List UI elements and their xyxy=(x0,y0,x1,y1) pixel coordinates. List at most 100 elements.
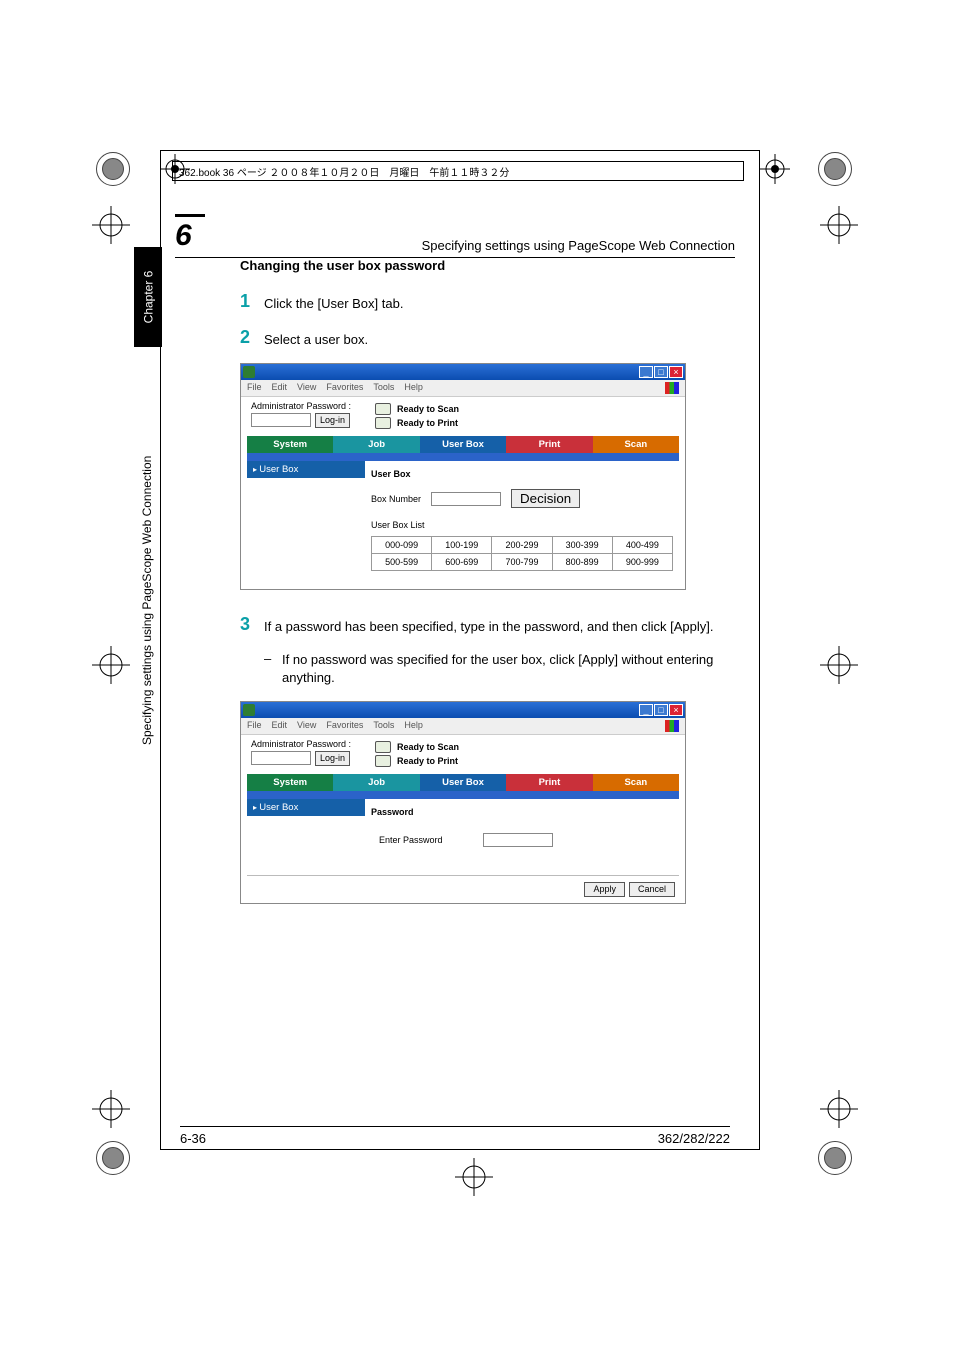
crop-mark xyxy=(92,206,130,244)
crop-mark-small xyxy=(760,154,790,184)
tab-system[interactable]: System xyxy=(247,436,333,453)
range-cell[interactable]: 200-299 xyxy=(492,537,552,554)
step-3-sub: – If no password was specified for the u… xyxy=(264,651,730,687)
admin-password-label: Administrator Password : xyxy=(251,401,363,411)
range-cell[interactable]: 600-699 xyxy=(432,554,492,571)
crop-mark xyxy=(92,646,130,684)
range-cell[interactable]: 100-199 xyxy=(432,537,492,554)
userbox-list-label: User Box List xyxy=(371,520,673,530)
maximize-button[interactable]: □ xyxy=(654,704,668,716)
section-heading: Changing the user box password xyxy=(240,258,730,273)
range-cell[interactable]: 700-799 xyxy=(492,554,552,571)
running-header: 6 Specifying settings using PageScope We… xyxy=(175,214,735,258)
range-cell[interactable]: 300-399 xyxy=(552,537,612,554)
step-3: 3 If a password has been specified, type… xyxy=(240,614,730,636)
tab-userbox[interactable]: User Box xyxy=(420,436,506,453)
panel-heading-password: Password xyxy=(371,807,673,817)
step-2: 2 Select a user box. xyxy=(240,327,730,349)
admin-password-input[interactable] xyxy=(251,751,311,765)
crop-mark xyxy=(92,1090,130,1128)
side-running-text: Specifying settings using PageScope Web … xyxy=(140,456,154,745)
chapter-number: 6 xyxy=(175,214,205,253)
menu-help[interactable]: Help xyxy=(404,720,423,732)
step-text: Select a user box. xyxy=(264,327,730,349)
status-print: Ready to Print xyxy=(397,418,458,428)
scanner-icon xyxy=(375,403,391,415)
crop-mark xyxy=(820,646,858,684)
app-icon xyxy=(243,704,255,716)
book-header: 362.book 36 ページ ２００８年１０月２０日 月曜日 午前１１時３２分 xyxy=(172,161,744,181)
menu-view[interactable]: View xyxy=(297,382,316,394)
crop-mark xyxy=(455,1158,493,1196)
range-cell[interactable]: 900-999 xyxy=(612,554,672,571)
crop-mark xyxy=(820,1090,858,1128)
printer-icon xyxy=(375,417,391,429)
menu-favorites[interactable]: Favorites xyxy=(326,720,363,732)
range-cell[interactable]: 400-499 xyxy=(612,537,672,554)
tab-userbox[interactable]: User Box xyxy=(420,774,506,791)
admin-password-label: Administrator Password : xyxy=(251,739,363,749)
window-titlebar: _ □ × xyxy=(241,364,685,380)
menu-file[interactable]: File xyxy=(247,382,262,394)
menu-tools[interactable]: Tools xyxy=(373,720,394,732)
sidebar-item-userbox[interactable]: User Box xyxy=(247,799,365,816)
range-cell[interactable]: 500-599 xyxy=(372,554,432,571)
window-titlebar: _ □ × xyxy=(241,702,685,718)
tab-scan[interactable]: Scan xyxy=(593,774,679,791)
tab-scan[interactable]: Scan xyxy=(593,436,679,453)
menu-view[interactable]: View xyxy=(297,720,316,732)
step-number: 2 xyxy=(240,327,264,349)
tab-system[interactable]: System xyxy=(247,774,333,791)
screenshot-userbox-list: _ □ × File Edit View Favorites Tools Hel… xyxy=(240,363,686,590)
menu-tools[interactable]: Tools xyxy=(373,382,394,394)
password-input[interactable] xyxy=(483,833,553,847)
login-button[interactable]: Log-in xyxy=(315,413,350,428)
minimize-button[interactable]: _ xyxy=(639,366,653,378)
footer-page-number: 6-36 xyxy=(180,1131,206,1146)
screenshot-password: _ □ × File Edit View Favorites Tools Hel… xyxy=(240,701,686,904)
admin-password-input[interactable] xyxy=(251,413,311,427)
app-icon xyxy=(243,366,255,378)
step-text: If a password has been specified, type i… xyxy=(264,614,730,636)
tab-print[interactable]: Print xyxy=(506,436,592,453)
cancel-button[interactable]: Cancel xyxy=(629,882,675,897)
menu-favorites[interactable]: Favorites xyxy=(326,382,363,394)
main-tabs: System Job User Box Print Scan xyxy=(247,774,679,791)
browser-menubar: File Edit View Favorites Tools Help xyxy=(241,718,685,735)
step-1: 1 Click the [User Box] tab. xyxy=(240,291,730,313)
step-number: 3 xyxy=(240,614,264,636)
tab-print[interactable]: Print xyxy=(506,774,592,791)
range-cell[interactable]: 800-899 xyxy=(552,554,612,571)
box-number-label: Box Number xyxy=(371,494,421,504)
menu-edit[interactable]: Edit xyxy=(272,720,288,732)
scanner-icon xyxy=(375,741,391,753)
running-title: Specifying settings using PageScope Web … xyxy=(205,238,735,253)
status-scan: Ready to Scan xyxy=(397,404,459,414)
menu-file[interactable]: File xyxy=(247,720,262,732)
range-cell[interactable]: 000-099 xyxy=(372,537,432,554)
login-button[interactable]: Log-in xyxy=(315,751,350,766)
box-number-input[interactable] xyxy=(431,492,501,506)
tab-job[interactable]: Job xyxy=(333,774,419,791)
minimize-button[interactable]: _ xyxy=(639,704,653,716)
side-chapter-tab: Chapter 6 xyxy=(134,247,162,347)
tab-job[interactable]: Job xyxy=(333,436,419,453)
ie-throbber-icon xyxy=(665,720,679,732)
main-tabs: System Job User Box Print Scan xyxy=(247,436,679,453)
sidebar-item-userbox[interactable]: User Box xyxy=(247,461,365,478)
status-print: Ready to Print xyxy=(397,756,458,766)
crop-mark xyxy=(820,206,858,244)
menu-help[interactable]: Help xyxy=(404,382,423,394)
decision-button[interactable]: Decision xyxy=(511,489,580,508)
step-text: Click the [User Box] tab. xyxy=(264,291,730,313)
menu-edit[interactable]: Edit xyxy=(272,382,288,394)
dash-icon: – xyxy=(264,651,282,687)
apply-button[interactable]: Apply xyxy=(584,882,625,897)
close-button[interactable]: × xyxy=(669,704,683,716)
step-number: 1 xyxy=(240,291,264,313)
maximize-button[interactable]: □ xyxy=(654,366,668,378)
browser-menubar: File Edit View Favorites Tools Help xyxy=(241,380,685,397)
status-scan: Ready to Scan xyxy=(397,742,459,752)
enter-password-label: Enter Password xyxy=(379,835,443,845)
close-button[interactable]: × xyxy=(669,366,683,378)
